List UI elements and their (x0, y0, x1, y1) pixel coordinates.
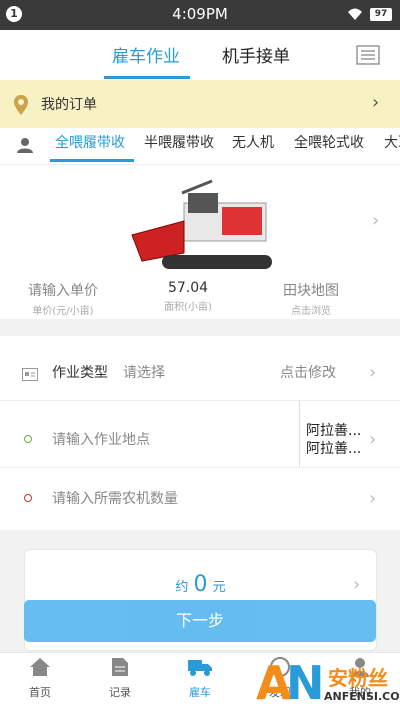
field-map-value: 田块地图 (283, 283, 339, 299)
field-map-sub: 点击浏览 (291, 306, 331, 317)
work-type-label: 作业类型 (52, 365, 108, 381)
chevron-right-icon: › (369, 429, 377, 450)
red-dot-icon (24, 494, 32, 502)
machine-card[interactable]: › 请输入单价 单价(元/小亩) 57.04 面积(小亩) 田块地图 点击浏览 (0, 164, 400, 319)
work-type-select[interactable]: 请选择 (123, 362, 165, 382)
nav-hire[interactable]: 雇车 (170, 657, 230, 700)
location-row[interactable]: 请输入作业地点 阿拉善... 阿拉善... › (0, 401, 400, 468)
area-value: 57.04 (167, 280, 209, 296)
location-value-2: 阿拉善... (306, 441, 362, 457)
price-unit: 元 (212, 580, 226, 595)
estimated-price: 约 0 元 (25, 572, 376, 597)
area-field: 57.04 面积(小亩) (133, 280, 243, 313)
area-sub: 面积(小亩) (164, 302, 212, 313)
wifi-icon (348, 8, 362, 20)
chevron-right-icon: › (372, 210, 380, 231)
nav-records[interactable]: 记录 (90, 657, 150, 700)
harvester-image (131, 179, 272, 269)
machine-count-row[interactable]: 请输入所需农机数量 › (0, 468, 400, 528)
home-icon (30, 658, 50, 676)
category-tab-full-feed-wheeled[interactable]: 全喂轮式收 (294, 132, 364, 152)
green-dot-icon (24, 435, 32, 443)
work-type-row[interactable]: 作业类型 请选择 点击修改 › (0, 336, 400, 401)
category-tab-more[interactable]: 大耳 (384, 132, 400, 152)
divider (299, 401, 300, 467)
my-orders-banner[interactable]: 我的订单 › (0, 80, 400, 128)
active-tab-indicator (104, 76, 190, 79)
top-tab-bar: 雇车作业 机手接单 (0, 30, 400, 80)
unit-price-sub: 单价(元/小亩) (32, 306, 94, 317)
machine-category-tabs: 全喂履带收 半喂履带收 无人机 全喂轮式收 大耳 (0, 128, 400, 164)
field-map-link[interactable]: 田块地图 点击浏览 (256, 280, 366, 317)
location-value-1: 阿拉善... (306, 423, 362, 439)
price-amount: 0 (193, 572, 208, 597)
nav-hire-label: 雇车 (189, 686, 211, 699)
next-step-button[interactable]: 下一步 (24, 600, 376, 642)
chevron-right-icon: › (353, 574, 361, 595)
truck-icon (188, 660, 212, 676)
tab-operator-orders[interactable]: 机手接单 (222, 42, 290, 67)
id-card-icon (22, 368, 38, 381)
status-time: 4:09PM (172, 5, 228, 23)
tab-hire-work[interactable]: 雇车作业 (112, 42, 180, 67)
watermark-en: ANFENSI.COM (324, 690, 400, 703)
unit-price-field[interactable]: 请输入单价 单价(元/小亩) (8, 280, 118, 317)
user-icon[interactable] (17, 137, 33, 153)
chevron-right-icon: › (369, 362, 377, 383)
watermark-logo: A N 安粉丝 ANFENSI.COM (256, 656, 400, 711)
battery-icon: 97 (370, 8, 392, 21)
nav-home-label: 首页 (29, 686, 51, 699)
work-type-edit[interactable]: 点击修改 (280, 362, 336, 382)
location-input[interactable]: 请输入作业地点 (52, 429, 150, 449)
status-bar: 1 4:09PM 97 (0, 0, 400, 30)
watermark-cn: 安粉丝 (328, 666, 388, 690)
price-prefix: 约 (175, 580, 189, 595)
category-tab-drone[interactable]: 无人机 (232, 132, 274, 152)
nav-home[interactable]: 首页 (10, 657, 70, 700)
my-orders-label: 我的订单 (41, 97, 97, 113)
category-tab-full-feed-crawler[interactable]: 全喂履带收 (55, 132, 125, 152)
document-icon (112, 658, 128, 676)
chevron-right-icon: › (372, 92, 380, 113)
unit-price-value: 请输入单价 (28, 283, 98, 299)
location-pin-icon (14, 95, 28, 115)
machine-count-input[interactable]: 请输入所需农机数量 (52, 488, 178, 508)
order-form: 作业类型 请选择 点击修改 › 请输入作业地点 阿拉善... 阿拉善... › … (0, 336, 400, 530)
list-menu-icon[interactable] (356, 45, 380, 65)
category-active-indicator (50, 159, 134, 162)
category-tab-half-feed-crawler[interactable]: 半喂履带收 (144, 132, 214, 152)
nav-records-label: 记录 (109, 686, 131, 699)
chevron-right-icon: › (369, 488, 377, 509)
